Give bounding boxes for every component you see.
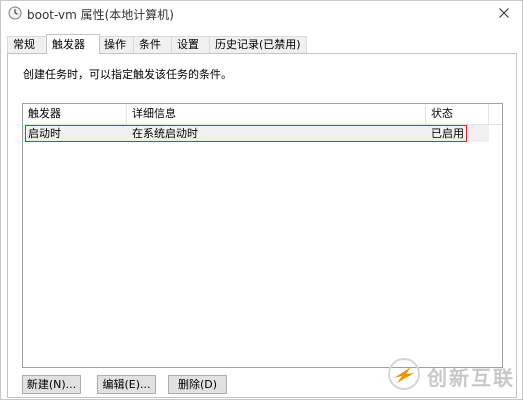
triggers-list[interactable]: 触发器 详细信息 状态 启动时 在系统启动时 已启用 [22,103,503,368]
tab-actions[interactable]: 操作 [98,36,137,53]
table-row[interactable]: 启动时 在系统启动时 已启用 [23,125,489,142]
delete-button[interactable]: 删除(D) [168,375,227,394]
tab-settings[interactable]: 设置 [171,36,211,53]
cell-details: 在系统启动时 [132,127,198,140]
tab-conditions[interactable]: 条件 [133,36,172,53]
task-clock-icon [8,6,22,20]
watermark: 创新互联 [387,357,519,391]
close-icon[interactable] [494,3,514,23]
column-header-details[interactable]: 详细信息 [127,104,426,124]
new-button[interactable]: 新建(N)... [22,375,81,394]
properties-dialog: boot-vm 属性(本地计算机) 常规 触发器 操作 条件 设置 历史记录(已… [0,0,523,400]
column-header-trigger[interactable]: 触发器 [23,104,127,124]
panel-description: 创建任务时，可以指定触发该任务的条件。 [23,68,232,81]
list-header: 触发器 详细信息 状态 [23,104,502,125]
watermark-text: 创新互联 [427,366,515,390]
cell-trigger: 启动时 [28,127,61,140]
title-bar: boot-vm 属性(本地计算机) [1,1,522,27]
column-header-status[interactable]: 状态 [426,104,489,124]
watermark-logo-icon [388,358,420,390]
edit-button[interactable]: 编辑(E)... [97,375,156,394]
cell-status: 已启用 [431,127,464,140]
tab-triggers[interactable]: 触发器 [46,34,100,54]
tab-general[interactable]: 常规 [7,36,48,53]
triggers-panel: 创建任务时，可以指定触发该任务的条件。 触发器 详细信息 状态 启动时 在系统启… [7,53,517,398]
window-title: boot-vm 属性(本地计算机) [27,8,174,22]
tab-history[interactable]: 历史记录(已禁用) [209,36,307,53]
